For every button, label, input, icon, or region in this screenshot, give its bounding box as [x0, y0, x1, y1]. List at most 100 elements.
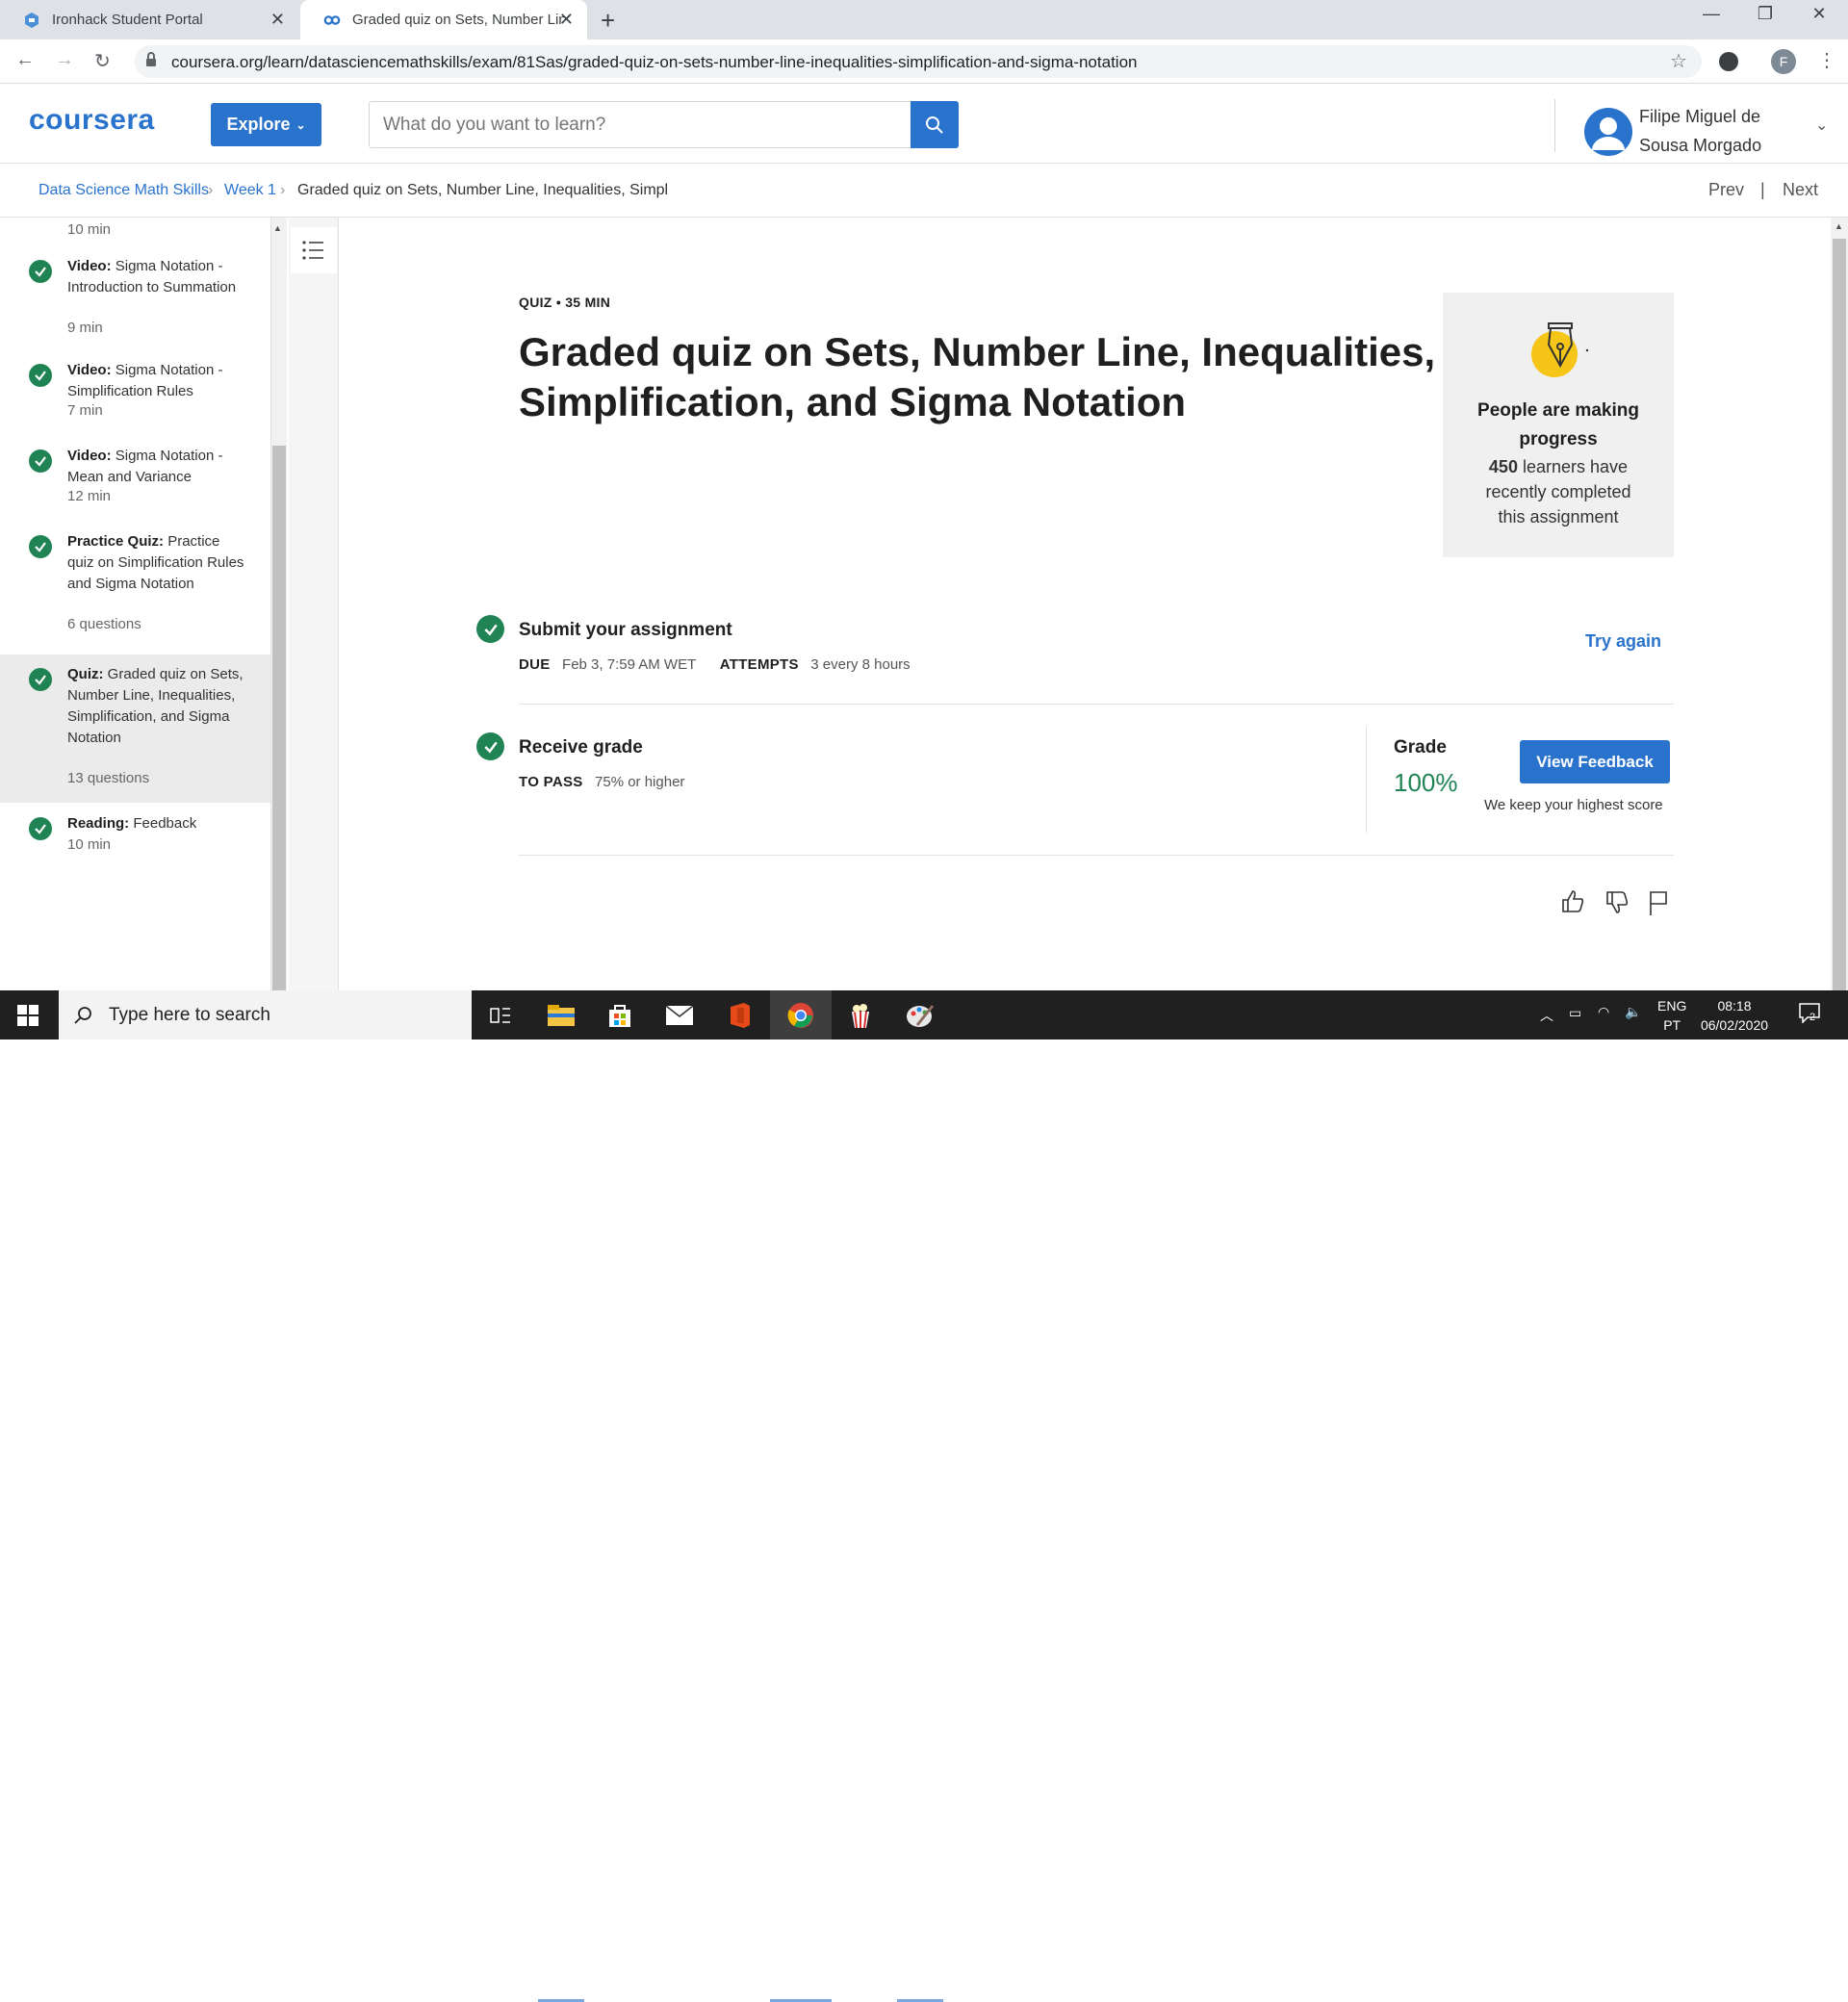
view-feedback-button[interactable]: View Feedback — [1520, 740, 1670, 783]
taskbar-search-box[interactable]: Type here to search — [59, 990, 472, 1040]
wifi-icon[interactable]: ◠ — [1598, 1004, 1609, 1020]
windows-start-icon[interactable] — [17, 1005, 38, 1031]
notifications-icon[interactable]: 2 — [1796, 1002, 1823, 1026]
notification-count: 2 — [1810, 1012, 1816, 1023]
sidebar-item-sigma-rules[interactable]: Video: Sigma Notation - Simplification R… — [0, 360, 270, 427]
chrome-icon[interactable] — [778, 998, 824, 1033]
profile-avatar[interactable]: F — [1771, 49, 1796, 74]
sidebar-item-feedback-reading[interactable]: Reading: Feedback 10 min — [0, 813, 270, 881]
paint-app-icon[interactable] — [897, 998, 943, 1033]
extension-icon[interactable] — [1719, 52, 1738, 71]
sidebar-scroll-thumb[interactable] — [272, 446, 286, 990]
volume-icon[interactable]: 🔈 — [1625, 1004, 1641, 1020]
progress-text: 450 learners have recently completed thi… — [1485, 457, 1631, 526]
due-info: DUE Feb 3, 7:59 AM WET ATTEMPTS 3 every … — [519, 656, 911, 673]
browser-tab-bar: Ironhack Student Portal ✕ Graded quiz on… — [0, 0, 1848, 39]
breadcrumb-chevron-icon: › — [208, 182, 214, 198]
close-window-icon[interactable]: ✕ — [1800, 4, 1838, 24]
office-icon[interactable] — [717, 998, 763, 1033]
check-icon — [29, 364, 52, 387]
restore-icon[interactable]: ❐ — [1746, 4, 1784, 24]
grade-value: 100% — [1394, 768, 1458, 797]
item-meta: 6 questions — [67, 616, 141, 632]
pen-nib-icon — [1526, 316, 1593, 388]
user-avatar[interactable] — [1584, 108, 1632, 156]
taskbar-search-placeholder: Type here to search — [109, 1004, 270, 1025]
breadcrumb-chevron-icon: › — [280, 182, 286, 198]
search-input[interactable] — [369, 101, 911, 148]
mail-icon[interactable] — [656, 998, 703, 1033]
sidebar-item-sigma-intro[interactable]: Video: Sigma Notation - Introduction to … — [0, 256, 270, 341]
movies-app-icon[interactable] — [837, 998, 884, 1033]
file-explorer-icon[interactable] — [538, 998, 584, 1033]
close-tab-icon[interactable]: ✕ — [559, 11, 574, 28]
breadcrumb-current: Graded quiz on Sets, Number Line, Inequa… — [297, 182, 669, 198]
header-divider — [1554, 99, 1555, 152]
back-icon[interactable]: ← — [15, 49, 35, 71]
search-button[interactable] — [911, 101, 959, 148]
submit-heading: Submit your assignment — [519, 620, 732, 640]
task-view-icon[interactable] — [477, 998, 524, 1033]
main-scroll-thumb[interactable] — [1833, 239, 1846, 990]
thumbs-down-icon[interactable] — [1604, 889, 1630, 921]
explore-label: Explore — [226, 115, 291, 134]
site-header: coursera Explore ⌄ Filipe Miguel de Sous… — [0, 85, 1848, 164]
progress-title: People are making progress — [1477, 400, 1639, 449]
item-meta: 13 questions — [67, 770, 150, 786]
flag-icon[interactable] — [1646, 889, 1671, 921]
forward-icon[interactable]: → — [55, 49, 74, 71]
grade-check-icon — [476, 732, 504, 760]
breadcrumb: Data Science Math Skills › Week 1 › Grad… — [0, 165, 1848, 218]
check-icon — [29, 668, 52, 691]
user-name[interactable]: Filipe Miguel de Sousa Morgado — [1639, 102, 1803, 160]
coursera-favicon-icon — [323, 12, 341, 29]
grade-divider — [1366, 727, 1367, 833]
tab-ironhack[interactable]: Ironhack Student Portal ✕ — [0, 0, 298, 39]
scroll-up-arrow-icon[interactable]: ▲ — [1835, 221, 1843, 231]
minimize-icon[interactable]: — — [1692, 4, 1731, 24]
breadcrumb-course-link[interactable]: Data Science Math Skills — [38, 182, 209, 199]
coursera-logo[interactable]: coursera — [29, 104, 155, 137]
explore-button[interactable]: Explore ⌄ — [211, 103, 321, 146]
bookmark-star-icon[interactable]: ☆ — [1670, 49, 1687, 73]
sidebar-item-sigma-mean-variance[interactable]: Video: Sigma Notation - Mean and Varianc… — [0, 446, 270, 513]
reload-icon[interactable]: ↻ — [94, 49, 111, 73]
nav-separator: | — [1760, 180, 1765, 199]
check-icon — [29, 449, 52, 473]
check-icon — [29, 817, 52, 840]
microsoft-store-icon[interactable] — [597, 998, 643, 1033]
tab-coursera[interactable]: Graded quiz on Sets, Number Lin ✕ — [300, 0, 587, 39]
menu-kebab-icon[interactable]: ⋮ — [1817, 48, 1836, 72]
tool-column — [289, 218, 339, 990]
section-divider — [519, 704, 1674, 705]
tab-title: Graded quiz on Sets, Number Lin — [352, 12, 564, 28]
sidebar-item-graded-quiz[interactable]: Quiz: Graded quiz on Sets, Number Line, … — [0, 654, 270, 803]
list-icon — [302, 241, 323, 260]
item-meta: 7 min — [67, 402, 103, 419]
next-link[interactable]: Next — [1783, 180, 1818, 200]
prev-link[interactable]: Prev — [1708, 180, 1744, 200]
language-indicator[interactable]: ENG PT — [1657, 996, 1686, 1035]
search-icon — [74, 1006, 91, 1024]
submit-check-icon — [476, 615, 504, 643]
user-menu-chevron-icon[interactable]: ⌄ — [1815, 116, 1828, 135]
sidebar-item-practice-quiz[interactable]: Practice Quiz: Practice quiz on Simplifi… — [0, 531, 270, 641]
highest-score-note: We keep your highest score — [1484, 797, 1663, 813]
clock[interactable]: 08:18 06/02/2020 — [1698, 996, 1771, 1035]
try-again-link[interactable]: Try again — [1585, 631, 1661, 652]
course-sidebar: 10 min Video: Sigma Notation - Introduct… — [0, 218, 271, 990]
section-divider — [519, 855, 1674, 856]
thumbs-up-icon[interactable] — [1559, 887, 1586, 919]
show-hidden-icons-icon[interactable]: ︿ — [1540, 1006, 1553, 1025]
check-icon — [29, 260, 52, 283]
toc-toggle-button[interactable] — [291, 227, 337, 273]
ironhack-favicon-icon — [23, 12, 40, 29]
new-tab-icon[interactable]: + — [601, 6, 615, 36]
url-text[interactable]: coursera.org/learn/datasciencemathskills… — [171, 53, 1137, 72]
close-tab-icon[interactable]: ✕ — [270, 11, 285, 28]
scroll-up-arrow-icon[interactable]: ▲ — [273, 223, 282, 233]
pass-info: TO PASS 75% or higher — [519, 774, 685, 790]
item-meta: 10 min — [67, 836, 112, 853]
battery-icon[interactable]: ▭ — [1569, 1005, 1581, 1021]
breadcrumb-week-link[interactable]: Week 1 — [224, 182, 276, 199]
